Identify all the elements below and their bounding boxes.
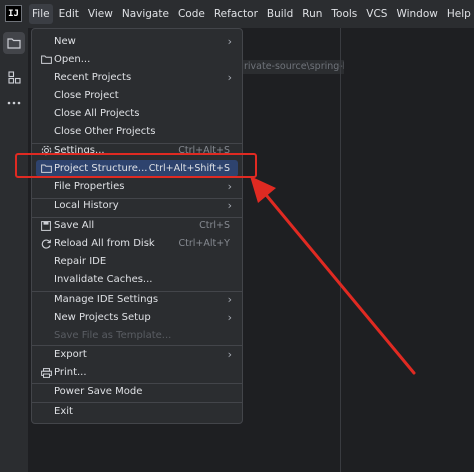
annotation-arrow-icon — [250, 176, 416, 375]
ide-window: IJ File Edit View Navigate Code Refactor… — [0, 0, 474, 472]
